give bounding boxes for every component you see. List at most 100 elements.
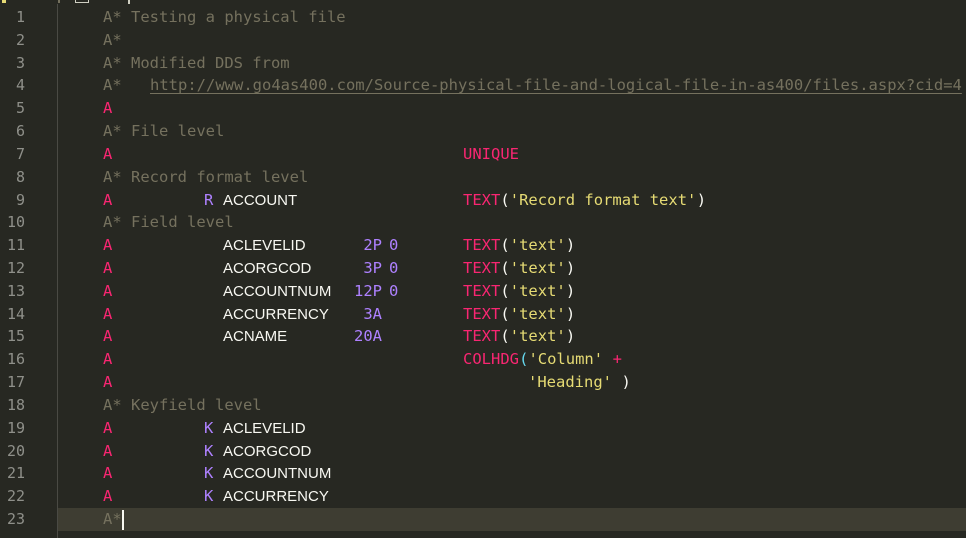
open-paren: ( (500, 304, 510, 323)
open-paren: ( (500, 259, 510, 278)
line-number: 4 (15, 76, 25, 95)
line-number: 18 (6, 395, 25, 414)
line-number: 15 (6, 327, 25, 346)
field-name: ACCURRENCY (223, 488, 329, 506)
open-paren: ( (500, 236, 510, 255)
code-line[interactable]: 6 A* File level (0, 120, 966, 143)
concat-operator: + (612, 350, 622, 369)
toolbar-edge (0, 0, 966, 4)
field-name: ACLEVELID (223, 237, 306, 255)
field-name: ACORGCOD (223, 442, 312, 460)
form-type-a: A (103, 418, 113, 437)
code-line[interactable]: 3 A* Modified DDS from (0, 52, 966, 75)
field-name: ACCOUNTNUM (223, 465, 332, 483)
dds-keyword: TEXT (463, 190, 501, 209)
code-line[interactable]: 16 A COLHDG('Column' + (0, 348, 966, 371)
form-type-a: A (103, 144, 113, 163)
line-number: 2 (15, 30, 25, 49)
toolbar-tab-edge (75, 0, 89, 3)
form-type-a: A (103, 441, 113, 460)
dds-keyword: UNIQUE (463, 144, 519, 163)
record-type: K (204, 418, 214, 437)
code-line[interactable]: 8 A* Record format level (0, 166, 966, 189)
code-line[interactable]: 17 A 'Heading') (0, 371, 966, 394)
close-paren: ) (565, 304, 576, 323)
field-decimals: 0 (389, 259, 399, 278)
code-line[interactable]: 19 A K ACLEVELID (0, 417, 966, 440)
close-paren: ) (696, 190, 707, 209)
form-type-a: A (103, 350, 113, 369)
string-literal: 'Column' (528, 350, 604, 369)
toolbar-icon (2, 0, 6, 3)
code-line[interactable]: 4 A* http://www.go4as400.com/Source-physic… (0, 74, 966, 97)
line-number: 3 (15, 53, 25, 72)
form-type-a: A (103, 99, 113, 118)
field-name: ACORGCOD (223, 260, 312, 278)
code-line[interactable]: 23 A* (0, 508, 966, 531)
code-line[interactable]: 20 A K ACORGCOD (0, 440, 966, 463)
code-line[interactable]: 18 A* Keyfield level (0, 394, 966, 417)
code-line[interactable]: 21 A K ACCOUNTNUM (0, 462, 966, 485)
comment-text: A* Modified DDS from (103, 53, 290, 72)
code-line[interactable]: 11 A ACLEVELID 2P 0 TEXT('text') (0, 234, 966, 257)
close-paren: ) (565, 259, 576, 278)
open-paren: ( (500, 190, 510, 209)
code-line[interactable]: 12 A ACORGCOD 3P 0 TEXT('text') (0, 257, 966, 280)
code-line[interactable]: 22 A K ACCURRENCY (0, 485, 966, 508)
code-line[interactable]: 14 A ACCURRENCY 3A TEXT('text') (0, 303, 966, 326)
record-type: K (204, 464, 214, 483)
comment-text: A* (103, 510, 122, 529)
code-line[interactable]: 1 A* Testing a physical file (0, 6, 966, 29)
dds-keyword: TEXT (463, 304, 501, 323)
comment-text: A* Record format level (103, 167, 309, 186)
comment-text: A* (103, 76, 122, 95)
code-line[interactable]: 9 A R ACCOUNT TEXT('Record format text') (0, 189, 966, 212)
comment-text: A* Testing a physical file (103, 8, 346, 26)
field-length: 2P (363, 236, 382, 255)
dds-keyword: TEXT (463, 259, 501, 278)
toolbar-separator (58, 0, 60, 3)
code-line[interactable]: 13 A ACCOUNTNUM 12P 0 TEXT('text') (0, 280, 966, 303)
field-length: 3P (363, 259, 382, 278)
text-cursor (122, 510, 124, 531)
line-number: 19 (6, 418, 25, 437)
code-line[interactable]: 5A (0, 97, 966, 120)
line-number: 9 (15, 190, 25, 209)
comment-text: A* (103, 30, 122, 49)
line-number: 16 (6, 350, 25, 369)
close-paren: ) (565, 327, 576, 346)
line-number: 13 (6, 281, 25, 300)
line-number: 6 (15, 122, 25, 141)
close-paren: ) (621, 373, 631, 392)
line-number: 12 (6, 259, 25, 278)
field-name: ACCURRENCY (223, 305, 329, 323)
line-number: 10 (6, 213, 25, 232)
field-length: 12P (354, 281, 382, 300)
open-paren: ( (500, 327, 510, 346)
line-number: 17 (6, 373, 25, 392)
form-type-a: A (103, 373, 113, 392)
line-number: 11 (6, 236, 25, 255)
string-literal: 'Record format text' (509, 190, 697, 209)
line-number: 20 (6, 441, 25, 460)
code-line[interactable]: 7 A UNIQUE (0, 143, 966, 166)
record-type: R (204, 190, 214, 209)
field-name: ACCOUNTNUM (223, 282, 332, 300)
form-type-a: A (103, 281, 113, 300)
field-name: ACCOUNT (223, 191, 298, 209)
code-line[interactable]: 10 A* Field level (0, 211, 966, 234)
line-number: 7 (15, 144, 25, 163)
line-number: 23 (6, 510, 25, 529)
dds-keyword: TEXT (463, 281, 501, 300)
code-line[interactable]: 15 A ACNAME 20A TEXT('text') (0, 325, 966, 348)
field-decimals: 0 (389, 236, 399, 255)
comment-text: A* File level (103, 122, 225, 141)
line-number: 21 (6, 464, 25, 483)
open-paren: ( (500, 281, 510, 300)
string-literal: 'text' (509, 304, 566, 323)
line-number: 1 (15, 8, 25, 26)
form-type-a: A (103, 327, 113, 346)
field-name: ACNAME (223, 328, 288, 346)
form-type-a: A (103, 487, 113, 506)
code-line[interactable]: 2 A* (0, 29, 966, 52)
